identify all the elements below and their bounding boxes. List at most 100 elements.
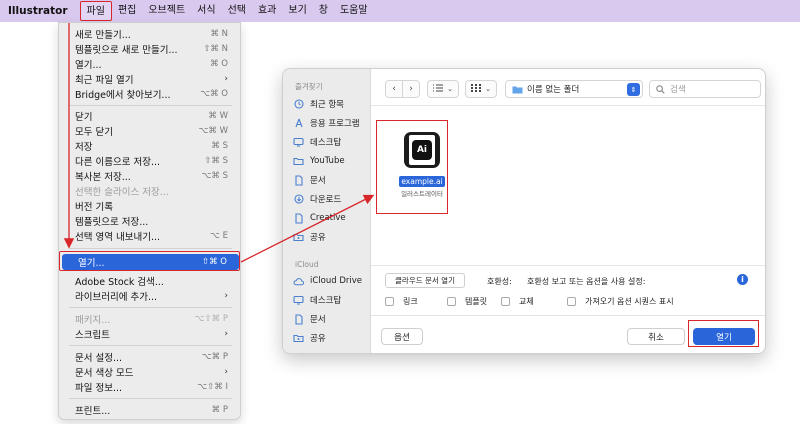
sidebar-item-label: 다운로드 — [310, 195, 342, 205]
menu-item-label: Adobe Stock 검색... — [75, 277, 164, 288]
sidebar-item-youtube[interactable]: YouTube — [293, 154, 345, 168]
folder-location-select[interactable]: 이름 없는 폴더 ⇕ — [505, 80, 643, 98]
menu-object[interactable]: 오브젝트 — [142, 1, 191, 21]
shared-folder-icon — [293, 232, 304, 243]
back-button[interactable]: ‹ — [385, 80, 403, 98]
menu-item-browse-bridge[interactable]: Bridge에서 찾아보기... ⌥⌘ O — [59, 87, 240, 101]
sidebar-item-label: Creative — [310, 213, 346, 223]
menu-help[interactable]: 도움말 — [334, 1, 374, 21]
menu-item-open[interactable]: 열기... ⌘ O — [59, 57, 240, 71]
checkbox-box[interactable] — [501, 297, 510, 306]
checkbox-template[interactable]: 템플릿 — [447, 296, 487, 307]
menu-item-document-color-mode[interactable]: 문서 색상 모드 › — [59, 365, 240, 379]
sidebar-item-applications[interactable]: 응용 프로그램 — [293, 116, 360, 130]
folder-icon — [293, 156, 304, 167]
menu-item-save[interactable]: 저장 ⌘ S — [59, 139, 240, 153]
menu-item-label: 프린트... — [75, 406, 111, 417]
checkbox-label: 템플릿 — [465, 297, 488, 306]
menu-window[interactable]: 창 — [313, 1, 334, 21]
grid-view-button[interactable]: ⌄ — [465, 80, 497, 98]
menu-item-print[interactable]: 프린트... ⌘ P — [59, 403, 240, 417]
menu-item-shortcut: ⇧⌘ N — [203, 44, 228, 54]
menu-item-save-as[interactable]: 다른 이름으로 저장... ⇧⌘ S — [59, 154, 240, 168]
options-button[interactable]: 옵션 — [381, 328, 423, 345]
menu-item-export-selection[interactable]: 선택 영역 내보내기... ⌥ E — [59, 229, 240, 243]
sidebar-item-recents[interactable]: 최근 항목 — [293, 97, 344, 111]
menu-item-new[interactable]: 새로 만들기... ⌘ N — [59, 27, 240, 41]
menu-item-label: 패키지... — [75, 315, 111, 326]
menu-item-document-setup[interactable]: 문서 설정... ⌥⌘ P — [59, 350, 240, 364]
menu-effect[interactable]: 효과 — [252, 1, 282, 21]
sidebar-item-icloud-shared[interactable]: 공유 — [293, 331, 326, 345]
menu-view[interactable]: 보기 — [282, 1, 312, 21]
list-icon — [433, 83, 444, 95]
sidebar-item-label: 데스크탑 — [310, 138, 342, 148]
checkbox-label: 링크 — [403, 297, 418, 306]
menu-item-version-history[interactable]: 버전 기록 — [59, 199, 240, 213]
list-view-button[interactable]: ⌄ — [427, 80, 459, 98]
screen: Illustrator 파일 편집 오브젝트 서식 선택 효과 보기 창 도움말… — [0, 0, 800, 424]
cancel-button[interactable]: 취소 — [627, 328, 685, 345]
menu-item-label: 라이브러리에 추가... — [75, 292, 157, 303]
menu-item-add-to-library[interactable]: 라이브러리에 추가... › — [59, 289, 240, 303]
checkbox-show-import-options[interactable]: 가져오기 옵션 시퀀스 표시 — [567, 296, 674, 307]
sidebar-item-label: 공유 — [310, 233, 326, 243]
menu-item-search-adobe-stock[interactable]: Adobe Stock 검색... — [59, 274, 240, 288]
annotation-highlight-open-menu-item — [59, 251, 240, 271]
menu-file[interactable]: 파일 — [79, 1, 112, 21]
menu-item-label: 파일 정보... — [75, 383, 123, 394]
menu-item-save-slices: 선택한 슬라이스 저장... — [59, 184, 240, 198]
menu-item-label: 선택한 슬라이스 저장... — [75, 187, 169, 198]
desktop-icon — [293, 137, 304, 148]
menu-item-label: 문서 색상 모드 — [75, 368, 134, 379]
chevron-right-icon: › — [224, 367, 228, 377]
menu-separator — [69, 307, 232, 308]
menu-item-label: 스크립트 — [75, 330, 110, 341]
compatibility-text: 호환성 보고 또는 옵션을 사용 설정: — [527, 277, 646, 286]
menu-item-shortcut: ⌥⌘ P — [201, 352, 228, 362]
chevron-right-icon: › — [224, 74, 228, 84]
menu-edit[interactable]: 편집 — [112, 1, 142, 21]
sidebar-item-label: 최근 항목 — [310, 100, 344, 110]
sidebar-item-icloud-desktop[interactable]: 데스크탑 — [293, 293, 341, 307]
search-input[interactable]: 검색 — [649, 80, 761, 98]
menu-item-scripts[interactable]: 스크립트 › — [59, 327, 240, 341]
menu-separator — [69, 345, 232, 346]
open-cloud-document-button[interactable]: 클라우드 문서 열기 — [385, 273, 465, 288]
sidebar-item-documents[interactable]: 문서 — [293, 173, 326, 187]
checkbox-box[interactable] — [567, 297, 576, 306]
sidebar-item-shared[interactable]: 공유 — [293, 230, 326, 244]
checkbox-box[interactable] — [385, 297, 394, 306]
info-icon[interactable]: i — [737, 274, 748, 285]
menu-item-label: 선택 영역 내보내기... — [75, 232, 161, 243]
menu-select[interactable]: 선택 — [222, 1, 252, 21]
sidebar-item-icloud-drive[interactable]: iCloud Drive — [293, 274, 362, 288]
clock-icon — [293, 99, 304, 110]
search-placeholder: 검색 — [670, 85, 686, 95]
menu-item-label: 템플릿으로 저장... — [75, 217, 149, 228]
menu-item-close[interactable]: 닫기 ⌘ W — [59, 109, 240, 123]
app-name[interactable]: Illustrator — [8, 5, 68, 17]
forward-button[interactable]: › — [402, 80, 420, 98]
menu-item-file-info[interactable]: 파일 정보... ⌥⇧⌘ I — [59, 380, 240, 394]
sidebar-header-icloud: iCloud — [295, 260, 319, 269]
menu-item-save-template[interactable]: 템플릿으로 저장... — [59, 214, 240, 228]
menu-item-shortcut: ⌘ O — [210, 59, 228, 69]
sidebar-item-creative[interactable]: Creative — [293, 211, 346, 225]
menu-item-shortcut: ⌥⌘ S — [201, 171, 228, 181]
checkbox-links[interactable]: 링크 — [385, 296, 418, 307]
desktop-icon — [293, 295, 304, 306]
sidebar-item-icloud-documents[interactable]: 문서 — [293, 312, 326, 326]
sidebar-item-desktop[interactable]: 데스크탑 — [293, 135, 341, 149]
menu-item-new-from-template[interactable]: 템플릿으로 새로 만들기... ⇧⌘ N — [59, 42, 240, 56]
menu-item-close-all[interactable]: 모두 닫기 ⌥⌘ W — [59, 124, 240, 138]
menu-item-open-recent[interactable]: 최근 파일 열기 › — [59, 72, 240, 86]
menu-item-shortcut: ⌥⇧⌘ P — [194, 314, 228, 324]
checkbox-replace[interactable]: 교체 — [501, 296, 534, 307]
menu-item-save-copy[interactable]: 복사본 저장... ⌥⌘ S — [59, 169, 240, 183]
search-icon — [656, 84, 665, 94]
sidebar-item-downloads[interactable]: 다운로드 — [293, 192, 341, 206]
checkbox-label: 교체 — [519, 297, 534, 306]
checkbox-box[interactable] — [447, 297, 456, 306]
menu-type[interactable]: 서식 — [191, 1, 221, 21]
